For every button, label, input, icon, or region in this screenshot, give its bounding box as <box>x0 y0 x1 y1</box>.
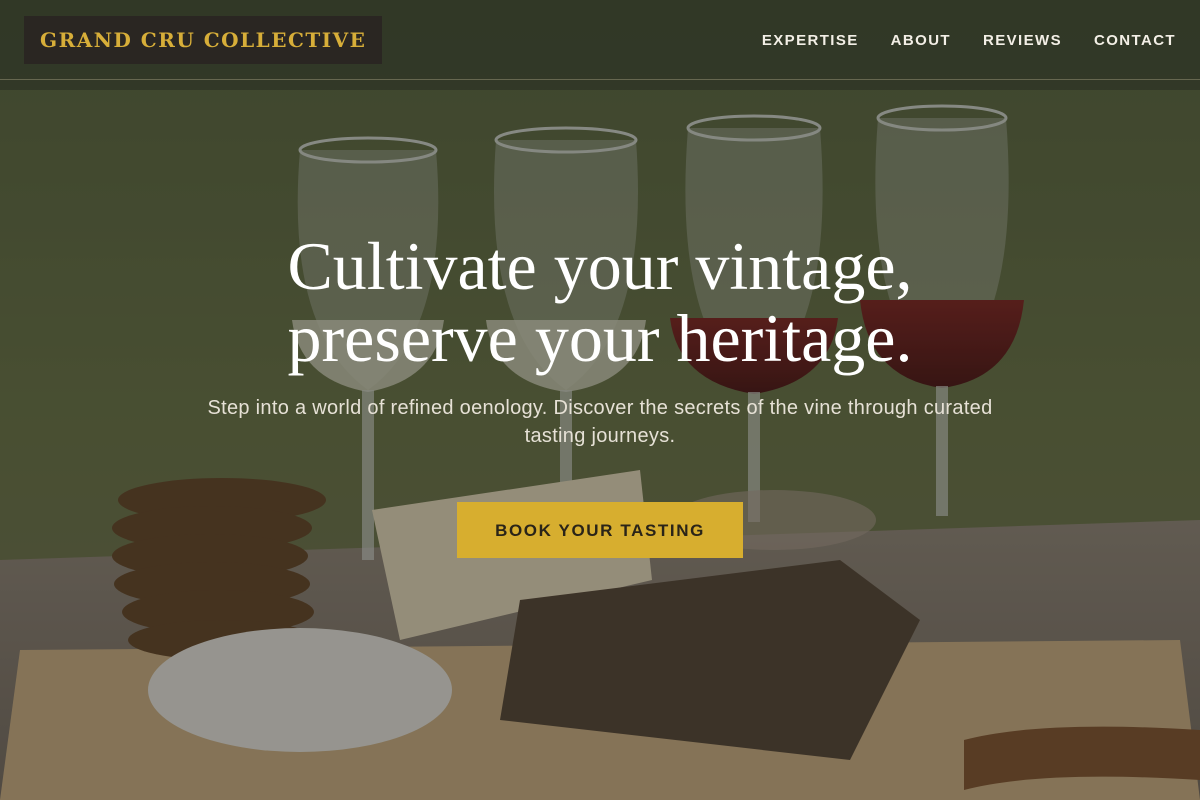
nav-link-about[interactable]: ABOUT <box>891 32 951 49</box>
nav-link-contact[interactable]: CONTACT <box>1094 32 1176 49</box>
brand-logo[interactable]: GRAND CRU COLLECTIVE <box>24 16 383 64</box>
hero-title-line-1: Cultivate your vintage, <box>287 228 913 304</box>
site-header: GRAND CRU COLLECTIVE EXPERTISE ABOUT REV… <box>0 0 1200 80</box>
hero-title: Cultivate your vintage, preserve your he… <box>220 230 980 374</box>
book-tasting-button[interactable]: BOOK YOUR TASTING <box>457 502 743 558</box>
hero-title-line-2: preserve your heritage. <box>287 300 913 376</box>
hero-subtitle: Step into a world of refined oenology. D… <box>207 397 993 447</box>
nav-link-reviews[interactable]: REVIEWS <box>983 32 1062 49</box>
main-nav: EXPERTISE ABOUT REVIEWS CONTACT <box>762 0 1176 80</box>
nav-link-expertise[interactable]: EXPERTISE <box>762 32 859 49</box>
hero-section: Cultivate your vintage, preserve your he… <box>0 230 1200 558</box>
